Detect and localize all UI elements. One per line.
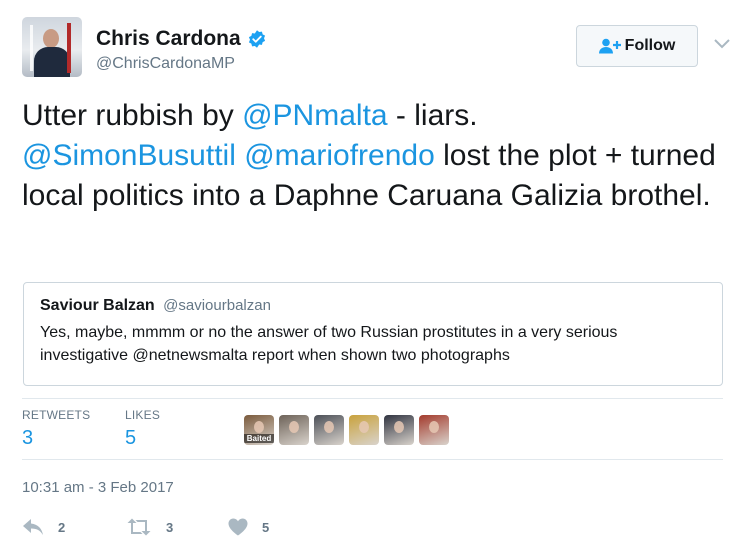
quoted-text-segment: report when shown two photographs: [247, 347, 510, 364]
verified-icon: [248, 30, 265, 48]
avatar-head: [43, 29, 59, 48]
liker-avatar[interactable]: [384, 415, 414, 445]
mention-link[interactable]: @PNmalta: [242, 99, 388, 132]
author-display-name[interactable]: Chris Cardona: [96, 27, 241, 51]
liker-avatar-face: [289, 421, 299, 433]
likes-stat[interactable]: LIKES 5: [125, 408, 160, 450]
retweets-count: 3: [22, 427, 34, 449]
avatar-body: [34, 47, 70, 77]
liker-avatar-label: Baited: [244, 434, 274, 443]
retweet-button[interactable]: 3: [126, 518, 173, 536]
avatar-flag: [67, 23, 71, 73]
liker-avatar-face: [429, 421, 439, 433]
liker-avatar-face: [359, 421, 369, 433]
liker-avatars: Baited: [244, 415, 449, 445]
likes-label: LIKES: [125, 408, 161, 422]
retweets-stat[interactable]: RETWEETS 3: [22, 408, 90, 450]
reply-button[interactable]: 2: [22, 518, 65, 536]
tweet-header: Chris Cardona @ChrisCardonaMP Follow: [22, 17, 732, 79]
liker-avatar[interactable]: [349, 415, 379, 445]
divider: [22, 398, 723, 399]
author-screen-name[interactable]: @ChrisCardonaMP: [96, 55, 235, 73]
liker-avatar[interactable]: [419, 415, 449, 445]
reply-count: 2: [58, 519, 66, 535]
follow-person-icon: [598, 38, 621, 54]
liker-avatar-face: [254, 421, 264, 433]
retweets-label: RETWEETS: [22, 408, 91, 422]
author-avatar[interactable]: [22, 17, 82, 77]
tweet-text-segment: Utter rubbish by: [22, 99, 243, 132]
tweet-text-segment: [236, 139, 244, 172]
quoted-author-name: Saviour Balzan: [40, 297, 155, 314]
avatar-flag-detail: [30, 25, 33, 71]
tweet-text: Utter rubbish by @PNmalta - liars. @Simon…: [22, 96, 732, 216]
follow-button-label: Follow: [624, 37, 676, 54]
follow-button[interactable]: Follow: [576, 25, 698, 67]
like-count: 5: [262, 519, 270, 535]
liker-avatar[interactable]: Baited: [244, 415, 274, 445]
divider: [22, 459, 723, 460]
quoted-mention: @netnewsmalta: [132, 347, 248, 364]
liker-avatar[interactable]: [314, 415, 344, 445]
quoted-tweet-card[interactable]: Saviour Balzan @saviourbalzan Yes, maybe…: [23, 282, 723, 386]
like-button[interactable]: 5: [228, 518, 269, 536]
mention-link[interactable]: @SimonBusuttil: [22, 139, 236, 172]
mention-link[interactable]: @mariofrendo: [244, 139, 435, 172]
liker-avatar[interactable]: [279, 415, 309, 445]
tweet-text-segment: - liars.: [387, 99, 478, 132]
likes-count: 5: [125, 427, 137, 449]
quoted-author-handle: @saviourbalzan: [163, 297, 271, 314]
liker-avatar-face: [394, 421, 404, 433]
chevron-down-icon[interactable]: [712, 37, 732, 51]
name-line: Chris Cardona: [96, 27, 267, 51]
retweet-icon: [127, 518, 151, 536]
tweet-timestamp[interactable]: 10:31 am - 3 Feb 2017: [22, 479, 174, 496]
liker-avatar-face: [324, 421, 334, 433]
quoted-tweet-header: Saviour Balzan @saviourbalzan: [40, 297, 706, 315]
reply-icon: [23, 519, 43, 535]
retweet-count: 3: [166, 519, 174, 535]
quoted-tweet-text: Yes, maybe, mmmm or no the answer of two…: [40, 321, 706, 367]
heart-icon: [228, 518, 248, 536]
